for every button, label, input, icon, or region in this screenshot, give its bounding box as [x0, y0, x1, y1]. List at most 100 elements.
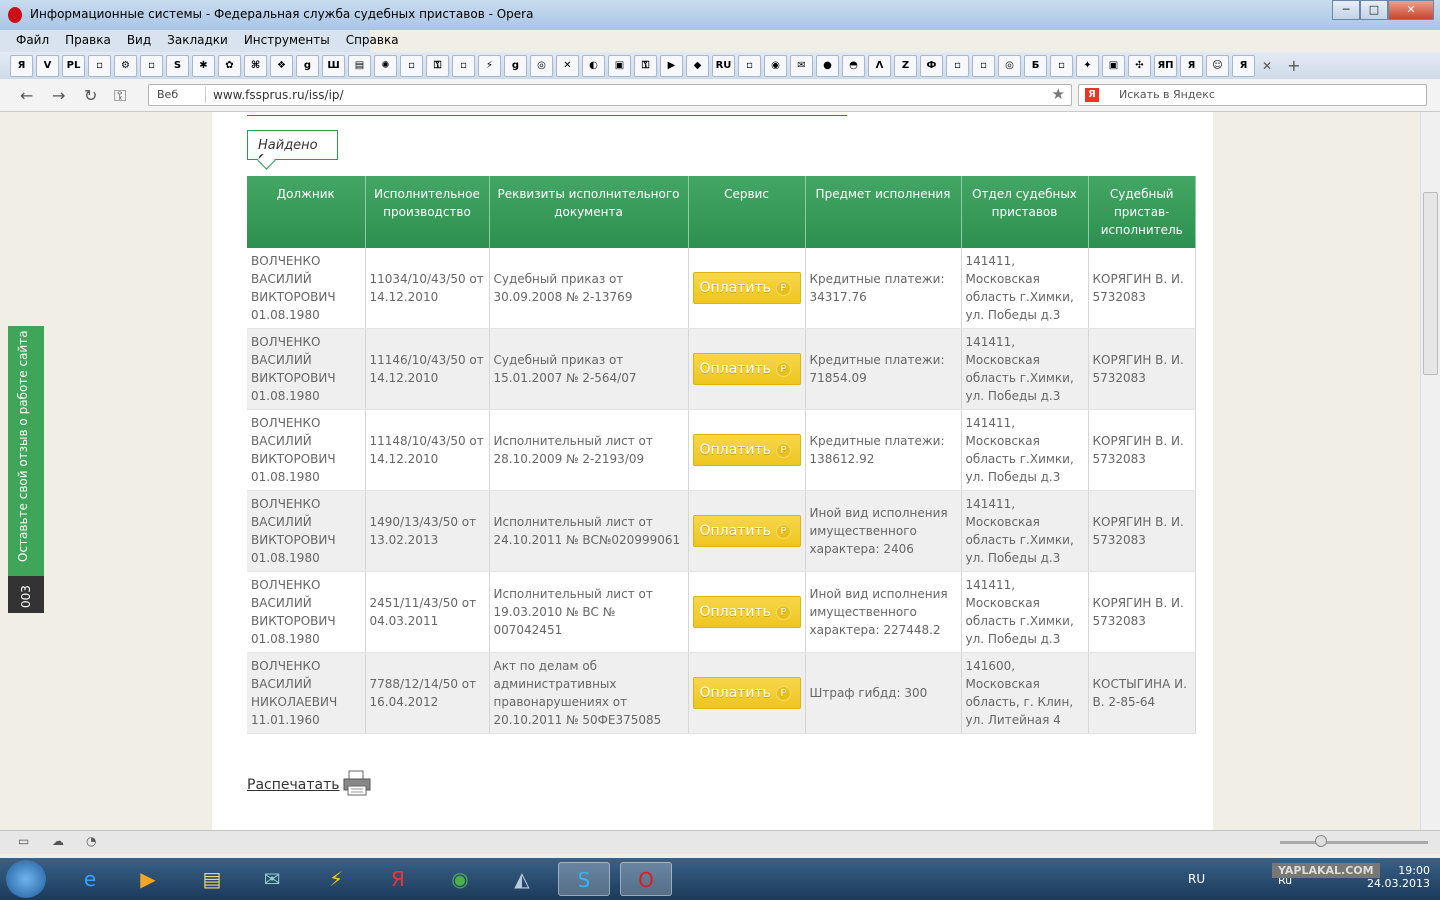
browser-tab[interactable]: ◎ — [998, 54, 1021, 77]
browser-tab[interactable]: PL — [62, 54, 85, 77]
address-field[interactable]: Веб www.fssprus.ru/iss/ip/ ★ — [148, 84, 1072, 106]
close-button[interactable]: ✕ — [1388, 0, 1434, 20]
menu-tools[interactable]: Инструменты — [236, 30, 338, 52]
browser-tab[interactable]: ◎ — [530, 54, 553, 77]
pay-button[interactable]: Оплатить Р — [692, 596, 801, 628]
browser-tab[interactable]: g — [296, 54, 319, 77]
browser-tab[interactable]: ✕ — [556, 54, 579, 77]
browser-tab[interactable]: Z — [894, 54, 917, 77]
menu-file[interactable]: Файл — [8, 30, 57, 52]
browser-tab[interactable]: Ф — [920, 54, 943, 77]
star-icon[interactable]: ★ — [1052, 85, 1065, 103]
browser-tab[interactable]: Б — [1024, 54, 1047, 77]
browser-tab[interactable]: ⚙ — [114, 54, 137, 77]
browser-tab[interactable]: ▶ — [660, 54, 683, 77]
results-count: 6 — [258, 153, 268, 168]
chrome-icon[interactable]: ◉ — [434, 862, 486, 896]
browser-tab[interactable]: ▫ — [738, 54, 761, 77]
browser-tab[interactable]: ▫ — [1050, 54, 1073, 77]
app-icon[interactable]: ◭ — [496, 862, 548, 896]
new-tab-icon[interactable]: + — [1287, 56, 1300, 75]
browser-tab[interactable]: ● — [816, 54, 839, 77]
print-link[interactable]: Распечатать — [247, 777, 339, 793]
pay-button[interactable]: Оплатить Р — [692, 434, 801, 466]
zoom-slider-handle[interactable] — [1315, 835, 1327, 847]
speed-dial-icon[interactable]: ◔ — [86, 834, 96, 848]
explorer-icon[interactable]: ▤ — [186, 862, 238, 896]
browser-tab[interactable]: ▫ — [88, 54, 111, 77]
maximize-button[interactable]: □ — [1360, 0, 1388, 20]
browser-tab[interactable]: ▫ — [972, 54, 995, 77]
yandex-browser-icon[interactable]: Я — [372, 862, 424, 896]
tool-icon[interactable]: ⚡ — [310, 862, 362, 896]
browser-tab[interactable]: ▫ — [946, 54, 969, 77]
browser-tab[interactable]: S — [166, 54, 189, 77]
browser-tab[interactable]: ◐ — [582, 54, 605, 77]
menu-bookmarks[interactable]: Закладки — [159, 30, 236, 52]
printer-icon[interactable] — [342, 770, 372, 796]
language-indicator[interactable]: RU — [1188, 872, 1205, 886]
media-player-icon[interactable]: ▶ — [122, 862, 174, 896]
browser-tab[interactable]: ⚿ — [426, 54, 449, 77]
browser-tab[interactable]: ✣ — [1128, 54, 1151, 77]
browser-tab[interactable]: ◆ — [686, 54, 709, 77]
panel-icon[interactable]: ▭ — [18, 834, 29, 848]
browser-tab[interactable]: ✱ — [192, 54, 215, 77]
feedback-tab[interactable]: Оставьте свой отзыв о работе сайта — [8, 326, 44, 576]
browser-tab[interactable]: ▫ — [400, 54, 423, 77]
search-field[interactable]: Я Искать в Яндекс — [1078, 84, 1427, 106]
opera-taskbar-icon[interactable]: O — [620, 862, 672, 896]
browser-tab[interactable]: Λ — [868, 54, 891, 77]
menu-view[interactable]: Вид — [119, 30, 159, 52]
browser-tab[interactable]: ✦ — [1076, 54, 1099, 77]
browser-tab[interactable]: Я — [1180, 54, 1203, 77]
scrollbar-thumb[interactable] — [1423, 192, 1438, 375]
browser-tab[interactable]: ⚿ — [634, 54, 657, 77]
browser-tab[interactable]: ✿ — [218, 54, 241, 77]
pay-button[interactable]: Оплатить Р — [692, 515, 801, 547]
browser-tab[interactable]: ⌘ — [244, 54, 267, 77]
mail-icon[interactable]: ✉ — [246, 862, 298, 896]
browser-tab[interactable]: ▤ — [348, 54, 371, 77]
header-department: Отдел судебных приставов — [961, 176, 1089, 248]
browser-tab[interactable]: ЯП — [1154, 54, 1177, 77]
skype-icon[interactable]: S — [558, 862, 610, 896]
browser-tab[interactable]: RU — [712, 54, 735, 77]
table-row: ВОЛЧЕНКО ВАСИЛИЙ ВИКТОРОВИЧ 01.08.1980 24… — [247, 571, 1196, 653]
browser-tab[interactable]: ✺ — [374, 54, 397, 77]
browser-tab[interactable]: ⚡ — [478, 54, 501, 77]
browser-tab[interactable]: ☺ — [1206, 54, 1229, 77]
start-button[interactable] — [6, 860, 46, 898]
browser-tab[interactable]: ▣ — [1102, 54, 1125, 77]
back-icon[interactable]: ← — [20, 86, 33, 105]
reload-icon[interactable]: ↻ — [84, 86, 97, 105]
search-placeholder: Искать в Яндекс — [1119, 88, 1215, 101]
browser-tab[interactable]: ◓ — [842, 54, 865, 77]
forward-icon[interactable]: → — [52, 86, 65, 105]
browser-tab[interactable]: V — [36, 54, 59, 77]
department-cell: 141411, Московская область г.Химки, ул. … — [961, 328, 1089, 410]
pay-button[interactable]: Оплатить Р — [692, 353, 801, 385]
browser-tab[interactable]: ❖ — [270, 54, 293, 77]
url-text[interactable]: www.fssprus.ru/iss/ip/ — [213, 88, 344, 102]
menu-help[interactable]: Справка — [338, 30, 407, 52]
pay-button[interactable]: Оплатить Р — [692, 272, 801, 304]
minimize-button[interactable]: ─ — [1332, 0, 1360, 20]
ie-icon[interactable]: e — [64, 862, 116, 896]
cloud-icon[interactable]: ☁ — [52, 834, 64, 848]
menu-edit[interactable]: Правка — [57, 30, 119, 52]
browser-tab[interactable]: Я — [1232, 54, 1255, 77]
browser-tab[interactable]: ◉ — [764, 54, 787, 77]
browser-tab[interactable]: ▣ — [608, 54, 631, 77]
browser-tab[interactable]: Я — [10, 54, 33, 77]
browser-tab[interactable]: ▫ — [452, 54, 475, 77]
browser-tab[interactable]: ▫ — [140, 54, 163, 77]
vertical-scrollbar[interactable] — [1420, 112, 1440, 830]
browser-tab[interactable]: Ш — [322, 54, 345, 77]
pay-button[interactable]: Оплатить Р — [692, 677, 801, 709]
browser-tab[interactable]: ✉ — [790, 54, 813, 77]
zoom-slider[interactable] — [1280, 841, 1428, 844]
close-tab-icon[interactable]: ✕ — [1262, 59, 1272, 73]
key-icon[interactable]: ⚿ — [114, 86, 126, 106]
browser-tab[interactable]: g — [504, 54, 527, 77]
